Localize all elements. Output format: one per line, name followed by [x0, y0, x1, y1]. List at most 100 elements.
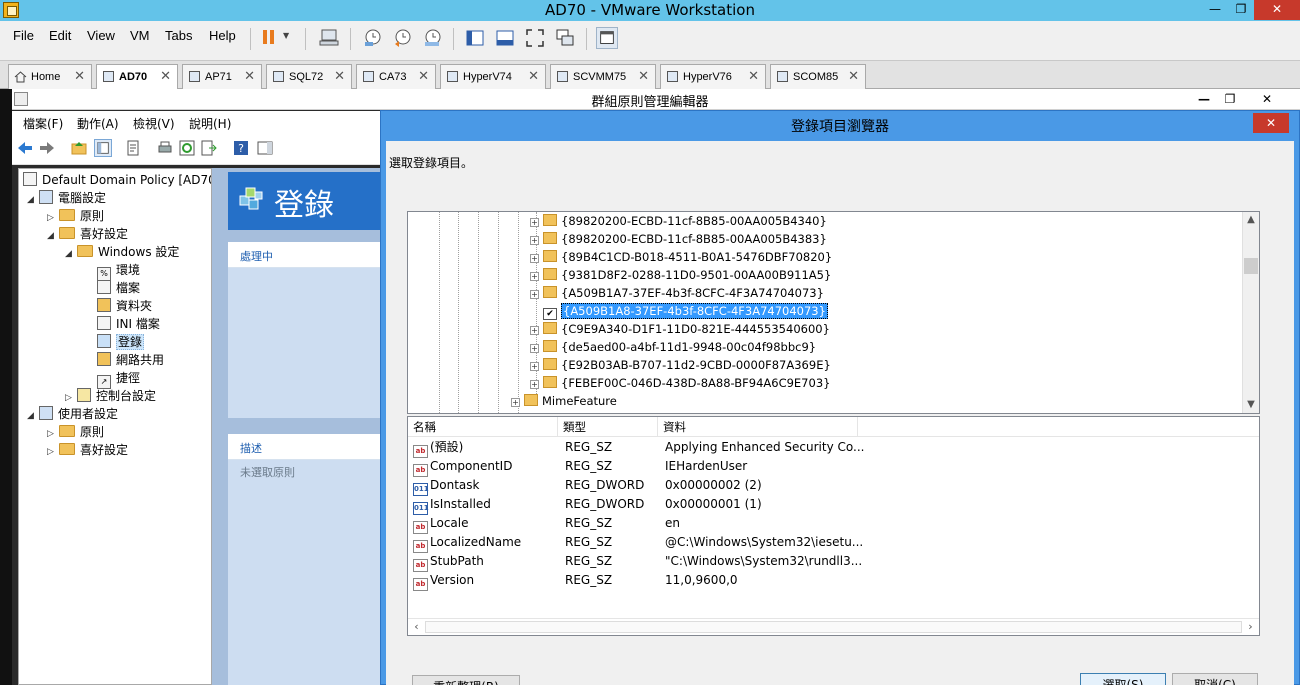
menu-file[interactable]: 檔案(F) — [23, 115, 63, 132]
tree-node-registry[interactable]: 登錄 — [97, 333, 145, 351]
export-list-icon[interactable] — [200, 139, 218, 157]
select-button[interactable]: 選取(S) — [1080, 673, 1166, 685]
scroll-thumb[interactable] — [1244, 258, 1258, 274]
expand-icon[interactable]: + — [530, 362, 539, 371]
unity-icon[interactable] — [554, 27, 576, 49]
close-button[interactable]: ✕ — [1254, 0, 1300, 20]
action-pane-icon[interactable] — [256, 139, 274, 157]
horizontal-scrollbar[interactable]: ‹ › — [408, 618, 1259, 635]
scroll-down-icon[interactable]: ▼ — [1243, 397, 1259, 413]
table-row[interactable]: 011Dontask REG_DWORD 0x00000002 (2) — [408, 476, 1259, 496]
tree-node-user-config[interactable]: ◢ 使用者設定 — [27, 405, 118, 423]
snapshot-manager-icon[interactable] — [422, 27, 444, 49]
menu-help[interactable]: 說明(H) — [189, 115, 231, 132]
expand-icon[interactable]: ▷ — [47, 443, 55, 461]
column-header-data[interactable]: 資料 — [658, 417, 858, 437]
full-screen-icon[interactable] — [524, 27, 546, 49]
maximize-button[interactable]: ❐ — [1217, 90, 1243, 108]
minimize-button[interactable]: — — [1191, 90, 1217, 108]
menu-tabs[interactable]: Tabs — [165, 28, 192, 43]
revert-snapshot-icon[interactable] — [392, 27, 414, 49]
tab-scvmm75[interactable]: SCVMM75 ✕ — [550, 64, 656, 89]
close-icon[interactable]: ✕ — [334, 68, 345, 84]
close-icon[interactable]: ✕ — [528, 68, 539, 84]
tree-node-shortcuts[interactable]: ↗ 捷徑 — [97, 369, 140, 389]
tab-hyperv74[interactable]: HyperV74 ✕ — [440, 64, 546, 89]
expand-icon[interactable]: + — [530, 380, 539, 389]
send-ctrl-alt-del-icon[interactable] — [318, 27, 340, 49]
print-icon[interactable] — [156, 139, 174, 157]
registry-key[interactable]: + {C9E9A340-D1F1-11D0-821E-444553540600} — [530, 320, 830, 338]
sidebar-icon[interactable] — [464, 27, 486, 49]
table-row[interactable]: ab Version REG_SZ 11,0,9600,0 — [408, 571, 1259, 591]
menu-action[interactable]: 動作(A) — [77, 115, 119, 132]
table-row[interactable]: 011IsInstalled REG_DWORD 0x00000001 (1) — [408, 495, 1259, 515]
menu-view[interactable]: 檢視(V) — [133, 115, 175, 132]
tab-ad70[interactable]: AD70 ✕ — [96, 64, 178, 90]
refresh-button[interactable]: 重新整理(R) — [412, 675, 520, 685]
table-row[interactable]: ab StubPath REG_SZ "C:\Windows\System32\run… — [408, 552, 1259, 572]
tree-node-network-shares[interactable]: 網路共用 — [97, 351, 164, 369]
maximize-button[interactable]: ❐ — [1228, 0, 1254, 20]
scroll-up-icon[interactable]: ▲ — [1243, 212, 1259, 228]
collapse-icon[interactable]: ◢ — [47, 227, 55, 245]
dialog-close-button[interactable]: ✕ — [1253, 113, 1289, 133]
back-arrow-icon[interactable] — [16, 139, 34, 157]
table-row[interactable]: ab ComponentID REG_SZ IEHardenUser — [408, 457, 1259, 477]
vertical-scrollbar[interactable]: ▲ ▼ — [1242, 212, 1259, 413]
registry-key[interactable]: + {89820200-ECBD-11cf-8B85-00AA005B4383} — [530, 230, 827, 248]
tree-node-control-panel[interactable]: ▷ 控制台設定 — [65, 387, 156, 405]
registry-key[interactable]: + MimeFeature — [511, 392, 617, 410]
table-row[interactable]: ab (預設) REG_SZ Applying Enhanced Security C… — [408, 438, 1259, 458]
registry-key[interactable]: + {de5aed00-a4bf-11d1-9948-00c04f98bbc9} — [530, 338, 816, 356]
registry-key[interactable]: + {FEBEF00C-046D-438D-8A88-BF94A6C9E703} — [530, 374, 830, 392]
properties-icon[interactable] — [124, 139, 142, 157]
collapse-icon[interactable]: ◢ — [65, 245, 73, 263]
tab-hyperv76[interactable]: HyperV76 ✕ — [660, 64, 766, 89]
scroll-track[interactable] — [425, 621, 1242, 633]
snapshot-icon[interactable] — [362, 27, 384, 49]
tree-node-folders[interactable]: 資料夾 — [97, 297, 152, 315]
close-icon[interactable]: ✕ — [244, 68, 255, 84]
menu-file[interactable]: File — [13, 28, 34, 43]
forward-arrow-icon[interactable] — [38, 139, 56, 157]
registry-key[interactable]: + {E92B03AB-B707-11d2-9CBD-0000F87A369E} — [530, 356, 831, 374]
tree-node-user-policies[interactable]: ▷ 原則 — [47, 423, 104, 441]
expand-icon[interactable]: + — [530, 326, 539, 335]
close-icon[interactable]: ✕ — [748, 68, 759, 84]
tab-scom85[interactable]: SCOM85 ✕ — [770, 64, 866, 89]
menu-help[interactable]: Help — [209, 28, 236, 43]
expand-icon[interactable]: + — [530, 218, 539, 227]
tree-node-environment[interactable]: % 環境 — [97, 261, 140, 281]
tree-node-windows-settings[interactable]: ◢ Windows 設定 — [65, 243, 179, 261]
tab-sql72[interactable]: SQL72 ✕ — [266, 64, 352, 89]
thumbnail-bar-icon[interactable] — [494, 27, 516, 49]
menu-view[interactable]: View — [87, 28, 115, 43]
tab-home[interactable]: Home ✕ — [8, 64, 92, 89]
table-row[interactable]: ab LocalizedName REG_SZ @C:\Windows\System3… — [408, 533, 1259, 553]
menu-edit[interactable]: Edit — [49, 28, 71, 43]
tree-node-ini-files[interactable]: INI 檔案 — [97, 315, 160, 333]
column-header-name[interactable]: 名稱 — [408, 417, 558, 437]
column-header-type[interactable]: 類型 — [558, 417, 658, 437]
close-icon[interactable]: ✕ — [74, 68, 85, 84]
close-icon[interactable]: ✕ — [418, 68, 429, 84]
tree-node-user-preferences[interactable]: ▷ 喜好設定 — [47, 441, 128, 459]
registry-key[interactable]: + {89820200-ECBD-11cf-8B85-00AA005B4340} — [530, 212, 827, 230]
scroll-left-icon[interactable]: ‹ — [408, 619, 425, 635]
registry-key[interactable]: + {9381D8F2-0288-11D0-9501-00AA00B911A5} — [530, 266, 831, 284]
pause-icon[interactable]: ▼ — [259, 27, 289, 49]
tree-node-policy-root[interactable]: Default Domain Policy [AD70. — [23, 171, 211, 189]
menu-vm[interactable]: VM — [130, 28, 150, 43]
expand-icon[interactable]: + — [530, 344, 539, 353]
registry-key[interactable]: + {89B4C1CD-B018-4511-B0A1-5476DBF70820} — [530, 248, 832, 266]
minimize-button[interactable]: — — [1202, 0, 1228, 20]
refresh-icon[interactable] — [178, 139, 196, 157]
close-button[interactable]: ✕ — [1254, 90, 1280, 108]
close-icon[interactable]: ✕ — [848, 68, 859, 84]
collapse-icon[interactable]: ◢ — [27, 407, 35, 425]
registry-key[interactable]: + {A509B1A7-37EF-4b3f-8CFC-4F3A74704073} — [530, 284, 824, 302]
close-icon[interactable]: ✕ — [638, 68, 649, 84]
collapse-icon[interactable]: ◢ — [27, 191, 35, 209]
expand-icon[interactable]: + — [530, 254, 539, 263]
